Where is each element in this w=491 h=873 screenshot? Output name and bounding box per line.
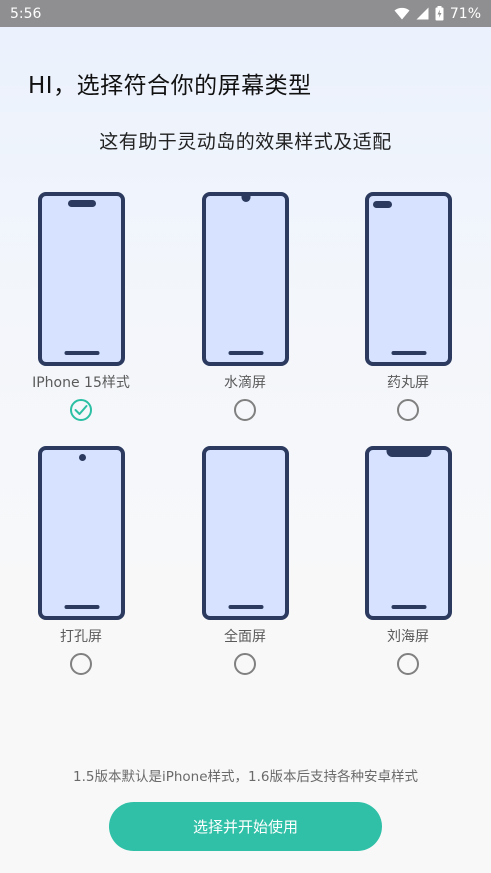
home-indicator [64,605,99,609]
home-indicator [228,351,263,355]
option-label: 刘海屏 [387,629,429,645]
radio-unchecked[interactable] [397,653,419,675]
option-label: 水滴屏 [224,375,266,391]
phone-pill-icon [365,192,452,366]
radio-unchecked[interactable] [70,653,92,675]
pill-cutout [373,201,392,208]
radio-unchecked[interactable] [397,399,419,421]
version-note: 1.5版本默认是iPhone样式，1.6版本后支持各种安卓样式 [72,769,418,785]
phone-punch-hole-icon [38,446,125,620]
checkmark-icon [74,405,88,415]
option-label: IPhone 15样式 [32,375,130,391]
option-notch[interactable]: 刘海屏 [338,446,478,686]
phone-notch-icon [365,446,452,620]
home-indicator [391,605,426,609]
radio-unchecked[interactable] [234,653,256,675]
home-indicator [228,605,263,609]
option-dynamic-island[interactable]: IPhone 15样式 [11,192,151,432]
radio-unchecked[interactable] [234,399,256,421]
phone-full-screen-icon [202,446,289,620]
option-pill[interactable]: 药丸屏 [338,192,478,432]
option-label: 药丸屏 [387,375,429,391]
option-label: 打孔屏 [60,629,102,645]
home-indicator [391,351,426,355]
home-indicator [64,351,99,355]
waterdrop-cutout [241,194,250,202]
notch-cutout [386,449,431,457]
radio-checked[interactable] [70,399,92,421]
option-full-screen[interactable]: 全面屏 [175,446,315,686]
dynamic-island-cutout [67,200,96,207]
option-waterdrop[interactable]: 水滴屏 [175,192,315,432]
punch-hole-cutout [79,454,86,461]
option-label: 全面屏 [224,629,266,645]
screen-type-grid: IPhone 15样式 水滴屏 药丸屏 打孔屏 全面屏 刘海屏 [0,0,491,700]
option-punch-hole[interactable]: 打孔屏 [11,446,151,686]
phone-dynamic-island-icon [38,192,125,366]
select-and-start-button[interactable]: 选择并开始使用 [109,802,382,851]
phone-waterdrop-icon [202,192,289,366]
